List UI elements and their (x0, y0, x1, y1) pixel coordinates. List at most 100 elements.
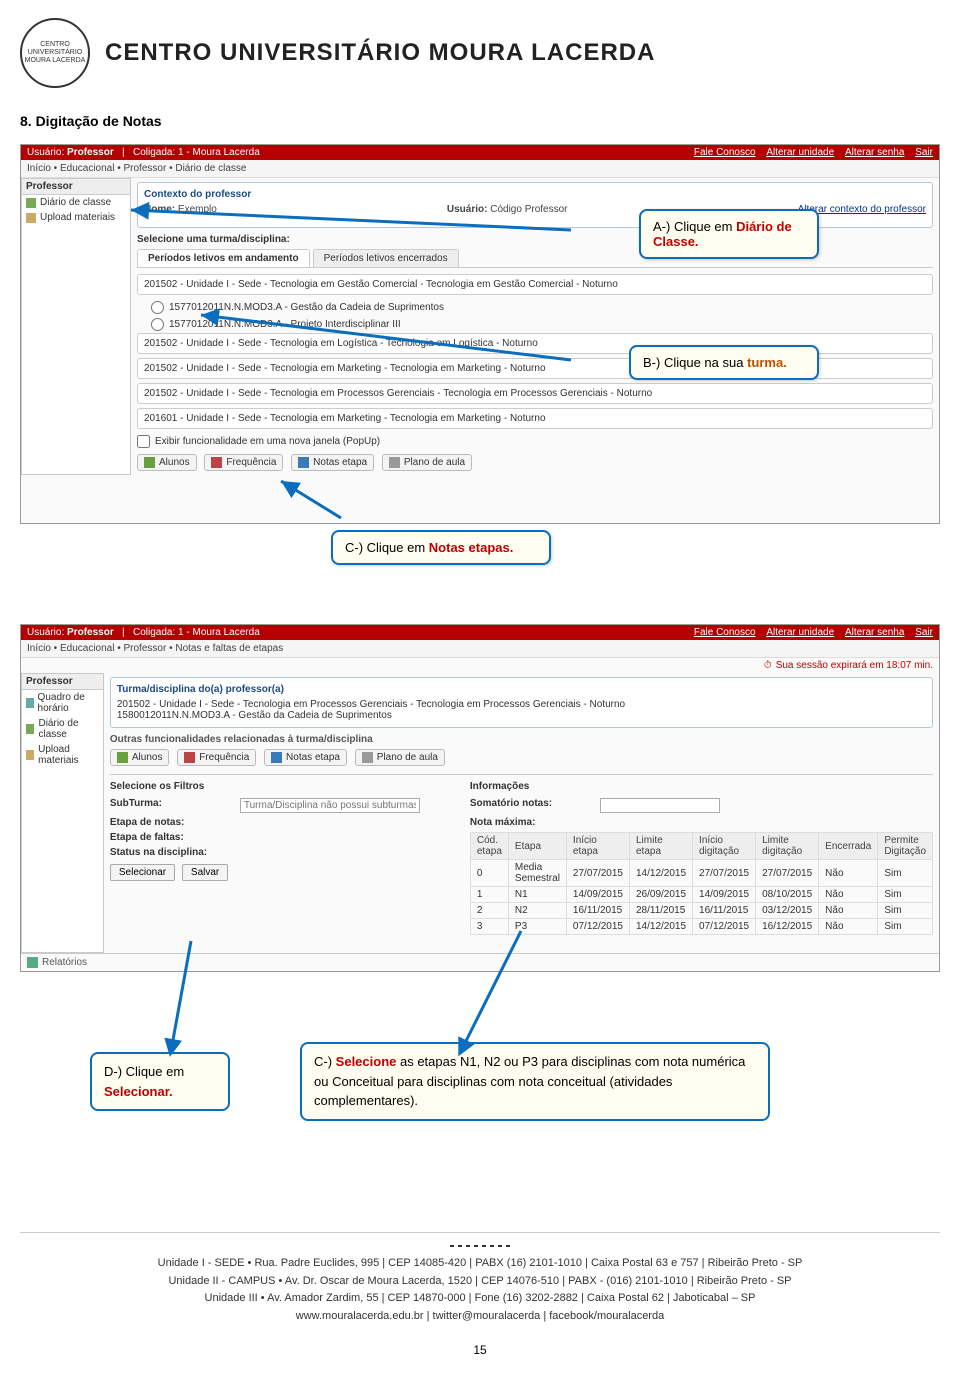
status-label: Status na disciplina: (110, 847, 220, 858)
link-sair[interactable]: Sair (915, 147, 933, 158)
popup-checkbox[interactable] (137, 435, 150, 448)
th: Início etapa (566, 833, 629, 860)
table-cell: 07/12/2015 (566, 919, 629, 935)
plano-aula-button[interactable]: Plano de aula (382, 454, 472, 471)
frequencia-button[interactable]: Frequência (177, 749, 256, 766)
table-cell: 0 (470, 860, 508, 887)
table-cell: N1 (508, 887, 566, 903)
sidebar-item-quadro[interactable]: Quadro de horário (22, 690, 103, 716)
radio-disciplina-2[interactable] (151, 318, 164, 331)
upload-icon (26, 213, 36, 223)
table-row[interactable]: 1N114/09/201526/09/201514/09/201508/10/2… (470, 887, 932, 903)
callout-b: B-) Clique na sua turma. (629, 345, 819, 380)
breadcrumb: Início • Educacional • Professor • Diári… (21, 160, 939, 178)
calendar-icon (211, 457, 222, 468)
table-cell: 14/12/2015 (629, 860, 692, 887)
sidebar-item-diario-classe[interactable]: Diário de classe (22, 716, 103, 742)
radio-disciplina-1[interactable] (151, 301, 164, 314)
table-cell: Sim (878, 919, 933, 935)
book-icon (26, 198, 36, 208)
th: Limite digitação (756, 833, 819, 860)
somatorio-input[interactable] (600, 798, 720, 813)
somatorio-label: Somatório notas: (470, 798, 580, 813)
plano-aula-button[interactable]: Plano de aula (355, 749, 445, 766)
page-number: 15 (20, 1343, 940, 1357)
alunos-button[interactable]: Alunos (137, 454, 197, 471)
book-icon (26, 724, 34, 734)
link-fale-conosco[interactable]: Fale Conosco (694, 627, 756, 638)
etapa-notas-label: Etapa de notas: (110, 817, 220, 828)
notas-etapa-button[interactable]: Notas etapa (291, 454, 374, 471)
th: Início digitação (693, 833, 756, 860)
selecionar-button[interactable]: Selecionar (110, 864, 175, 881)
schedule-icon (26, 698, 34, 708)
tab-periodos-encerrados[interactable]: Períodos letivos encerrados (313, 249, 459, 267)
table-cell: 14/09/2015 (693, 887, 756, 903)
top-red-bar: Usuário: Professor | Coligada: 1 - Moura… (21, 145, 939, 160)
table-cell: 07/12/2015 (693, 919, 756, 935)
link-alterar-unidade[interactable]: Alterar unidade (766, 627, 834, 638)
callout-c2: C-) Selecione as etapas N1, N2 ou P3 par… (300, 1042, 770, 1121)
frequencia-button[interactable]: Frequência (204, 454, 283, 471)
table-cell: Não (819, 903, 878, 919)
sidebar-item-upload[interactable]: Upload materiais (22, 210, 130, 225)
footer-line: Unidade I - SEDE • Rua. Padre Euclides, … (20, 1255, 940, 1273)
table-row[interactable]: 3P307/12/201514/12/201507/12/201516/12/2… (470, 919, 932, 935)
callout-d: D-) Clique em Selecionar. (90, 1052, 230, 1111)
subturma-input (240, 798, 420, 813)
institution-name: CENTRO UNIVERSITÁRIO MOURA LACERDA (105, 39, 655, 67)
disciplina-label: 1577012011N.N.MOD3.A - Gestão da Cadeia … (169, 302, 444, 313)
salvar-button[interactable]: Salvar (182, 864, 228, 881)
table-cell: 1 (470, 887, 508, 903)
table-cell: Sim (878, 903, 933, 919)
th: Etapa (508, 833, 566, 860)
sidebar: Professor Quadro de horário Diário de cl… (21, 673, 104, 953)
notas-etapa-button[interactable]: Notas etapa (264, 749, 347, 766)
document-footer: Unidade I - SEDE • Rua. Padre Euclides, … (20, 1232, 940, 1325)
plan-icon (362, 752, 373, 763)
callout-a: A-) Clique em Diário de Classe. (639, 209, 819, 259)
table-row[interactable]: 0Media Semestral27/07/201514/12/201527/0… (470, 860, 932, 887)
table-cell: Sim (878, 887, 933, 903)
info-title: Informações (470, 781, 933, 792)
document-header: CENTRO UNIVERSITÁRIO MOURA LACERDA CENTR… (20, 18, 940, 88)
link-alterar-senha[interactable]: Alterar senha (845, 147, 904, 158)
table-cell: 28/11/2015 (629, 903, 692, 919)
table-row[interactable]: 2N216/11/201528/11/201516/11/201503/12/2… (470, 903, 932, 919)
section-heading: 8. Digitação de Notas (20, 113, 940, 129)
link-sair[interactable]: Sair (915, 627, 933, 638)
turma-group-row[interactable]: 201502 - Unidade I - Sede - Tecnologia e… (137, 274, 933, 295)
footer-line: Unidade II - CAMPUS • Av. Dr. Oscar de M… (20, 1273, 940, 1291)
table-cell: 27/07/2015 (566, 860, 629, 887)
context-title: Contexto do professor (144, 189, 926, 200)
link-fale-conosco[interactable]: Fale Conosco (694, 147, 756, 158)
calendar-icon (184, 752, 195, 763)
screenshot-notas-etapas: Usuário: Professor | Coligada: 1 - Moura… (20, 624, 940, 972)
people-icon (117, 752, 128, 763)
sidebar-item-diario-classe[interactable]: Diário de classe (22, 195, 130, 210)
filtros-title: Selecione os Filtros (110, 781, 430, 792)
th: Encerrada (819, 833, 878, 860)
table-cell: 27/07/2015 (756, 860, 819, 887)
turma-group-row[interactable]: 201601 - Unidade I - Sede - Tecnologia e… (137, 408, 933, 429)
link-alterar-senha[interactable]: Alterar senha (845, 627, 904, 638)
alunos-button[interactable]: Alunos (110, 749, 170, 766)
relatorios-link[interactable]: Relatórios (42, 957, 87, 968)
table-cell: Não (819, 860, 878, 887)
footer-line: www.mouralacerda.edu.br | twitter@moural… (20, 1308, 940, 1326)
notamax-label: Nota máxima: (470, 817, 580, 828)
sidebar-title: Professor (22, 674, 103, 690)
table-cell: Sim (878, 860, 933, 887)
th: Limite etapa (629, 833, 692, 860)
table-cell: 03/12/2015 (756, 903, 819, 919)
sidebar-item-upload[interactable]: Upload materiais (22, 742, 103, 768)
table-cell: 27/07/2015 (693, 860, 756, 887)
table-cell: 2 (470, 903, 508, 919)
link-alterar-unidade[interactable]: Alterar unidade (766, 147, 834, 158)
breadcrumb: Início • Educacional • Professor • Notas… (21, 640, 939, 658)
turma-group-row[interactable]: 201502 - Unidade I - Sede - Tecnologia e… (137, 383, 933, 404)
sidebar-title: Professor (22, 179, 130, 195)
subturma-label: SubTurma: (110, 798, 220, 813)
table-cell: N2 (508, 903, 566, 919)
tab-periodos-andamento[interactable]: Períodos letivos em andamento (137, 249, 310, 267)
